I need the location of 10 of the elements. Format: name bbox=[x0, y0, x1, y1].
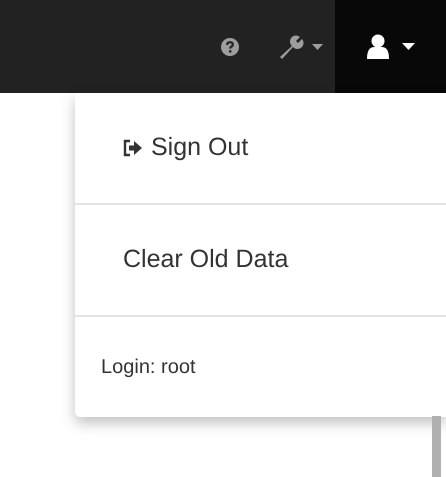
menu-item[interactable]: Sign Out bbox=[123, 129, 248, 167]
scrollbar bbox=[432, 416, 441, 477]
help-icon bbox=[221, 38, 239, 56]
wrench-icon bbox=[278, 34, 304, 58]
user-icon bbox=[366, 34, 390, 59]
menu-item[interactable]: Clear Old Data bbox=[123, 241, 288, 279]
caret-icon bbox=[312, 44, 322, 50]
login-text: Login: root bbox=[101, 355, 196, 380]
user-menu-button[interactable] bbox=[335, 0, 446, 93]
caret-icon bbox=[402, 43, 415, 50]
